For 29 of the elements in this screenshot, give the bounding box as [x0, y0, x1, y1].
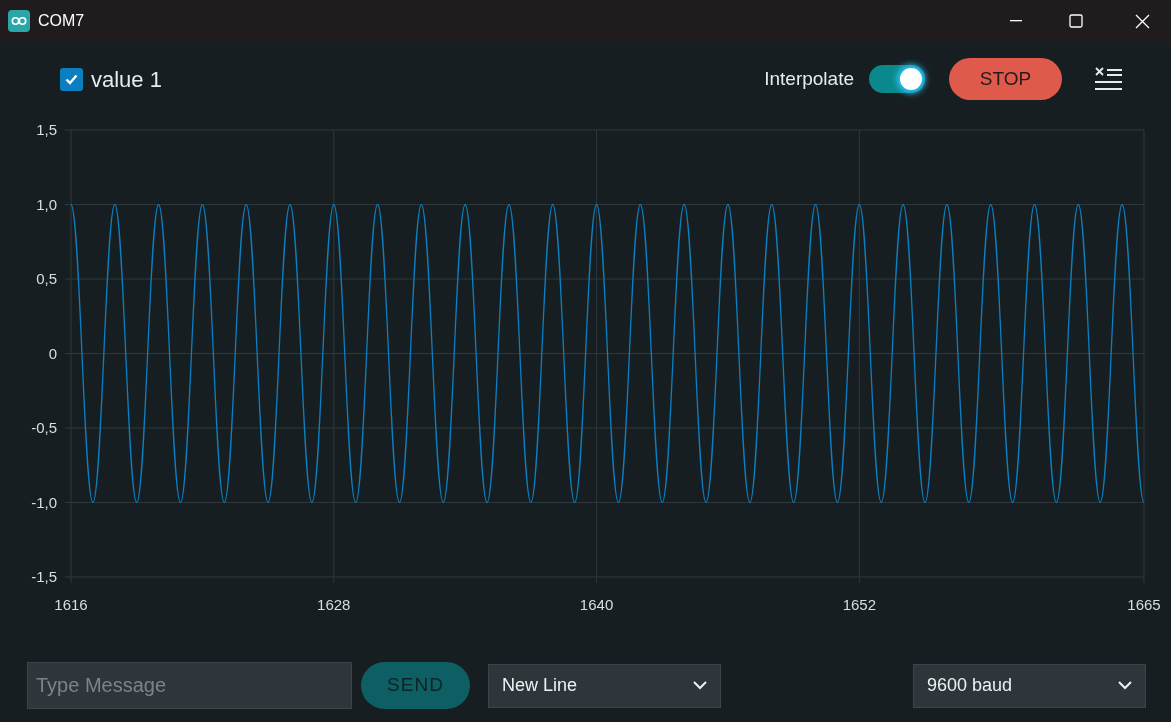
interpolate-label: Interpolate: [764, 66, 854, 91]
x-axis-label: 1665: [1127, 596, 1161, 613]
y-axis-label: 0,5: [36, 270, 57, 287]
app-logo-icon: [8, 10, 30, 32]
baud-rate-dropdown[interactable]: 9600 baud: [913, 663, 1146, 708]
check-icon: [65, 73, 78, 85]
maximize-icon: [1069, 14, 1083, 28]
window-title: COM7: [38, 11, 85, 31]
y-axis-label: -1,5: [31, 568, 57, 585]
x-axis-label: 1628: [317, 596, 351, 613]
minimize-icon: [1010, 20, 1022, 22]
message-input-field[interactable]: Type Message: [27, 662, 352, 709]
clear-list-icon[interactable]: [1095, 67, 1123, 91]
y-axis-label: 1,0: [36, 195, 57, 213]
interpolate-toggle[interactable]: [869, 65, 925, 93]
y-axis-label: -0,5: [31, 419, 57, 436]
checkbox[interactable]: [60, 67, 83, 91]
series-label: value 1: [91, 65, 162, 94]
x-axis-label: 1640: [579, 596, 614, 613]
close-icon: [1134, 13, 1150, 29]
y-axis-label: 1,5: [36, 121, 57, 138]
line-ending-dropdown[interactable]: New Line: [488, 663, 721, 708]
y-axis-label: -1,0: [31, 493, 57, 511]
y-axis-label: 0: [48, 344, 57, 362]
x-axis-label: 1652: [842, 596, 876, 613]
x-axis-label: 1616: [54, 596, 88, 613]
stop-button[interactable]: STOP: [949, 58, 1062, 100]
chevron-down-icon: [693, 681, 707, 690]
chevron-down-icon: [1118, 681, 1132, 690]
